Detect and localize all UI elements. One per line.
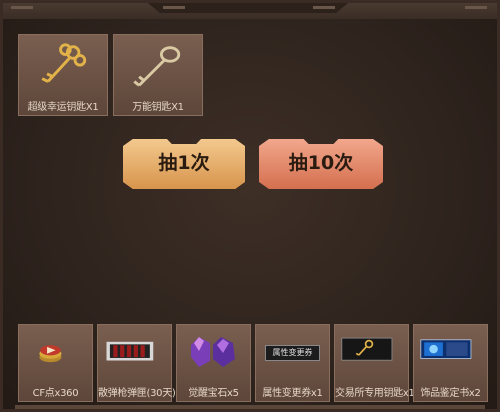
reward-slot-cf-points[interactable]: CF点x360	[18, 324, 93, 402]
accessory-certificate-icon	[420, 339, 472, 359]
exchange-key-icon	[341, 337, 393, 361]
reward-slot-shotgun-magazine[interactable]: 散弹枪弹匣(30天)	[97, 324, 176, 402]
reward-slot-exchange-key[interactable]: 交易所专用钥匙x1	[334, 324, 415, 402]
reward-label: 饰品鉴定书x2	[420, 388, 481, 399]
reward-slot-attribute-ticket[interactable]: 属性变更券 属性变更券x1	[255, 324, 330, 402]
key-slot-label: 超级幸运钥匙X1	[27, 102, 99, 113]
golden-ornate-key-icon	[41, 43, 87, 83]
reward-slot-accessory-certificate[interactable]: 饰品鉴定书x2	[413, 324, 488, 402]
attribute-ticket-icon: 属性变更券	[265, 345, 320, 361]
reward-label: 属性变更券x1	[262, 388, 323, 399]
reward-label: 觉醒宝石x5	[188, 388, 239, 399]
silver-key-icon	[133, 46, 181, 87]
draw-ten-button[interactable]: 抽10次	[259, 139, 383, 189]
lottery-panel: 超级幸运钥匙X1 万能钥匙X1 抽1次 抽10次 CF点x360 散弹枪弹匣(3…	[0, 0, 500, 412]
reward-label: CF点x360	[32, 388, 79, 399]
key-slot-universal[interactable]: 万能钥匙X1	[113, 34, 203, 116]
top-frame-corner-right	[465, 6, 487, 9]
panel-top-frame	[3, 3, 497, 19]
awakening-gem-icon	[191, 337, 235, 367]
reward-label: 散弹枪弹匣(30天)	[98, 388, 176, 399]
reward-label: 交易所专用钥匙x1	[335, 388, 415, 399]
top-frame-mark-right	[313, 6, 335, 9]
shotgun-magazine-icon	[106, 341, 154, 361]
key-slot-label: 万能钥匙X1	[132, 102, 184, 113]
top-frame-mark-left	[163, 6, 185, 9]
reward-slot-awakening-gem[interactable]: 觉醒宝石x5	[176, 324, 251, 402]
top-frame-corner-left	[11, 6, 33, 9]
draw-once-button[interactable]: 抽1次	[123, 139, 245, 189]
key-slot-super-lucky[interactable]: 超级幸运钥匙X1	[18, 34, 108, 116]
panel-bottom-frame	[15, 405, 485, 409]
cf-points-coin-icon	[39, 345, 62, 363]
